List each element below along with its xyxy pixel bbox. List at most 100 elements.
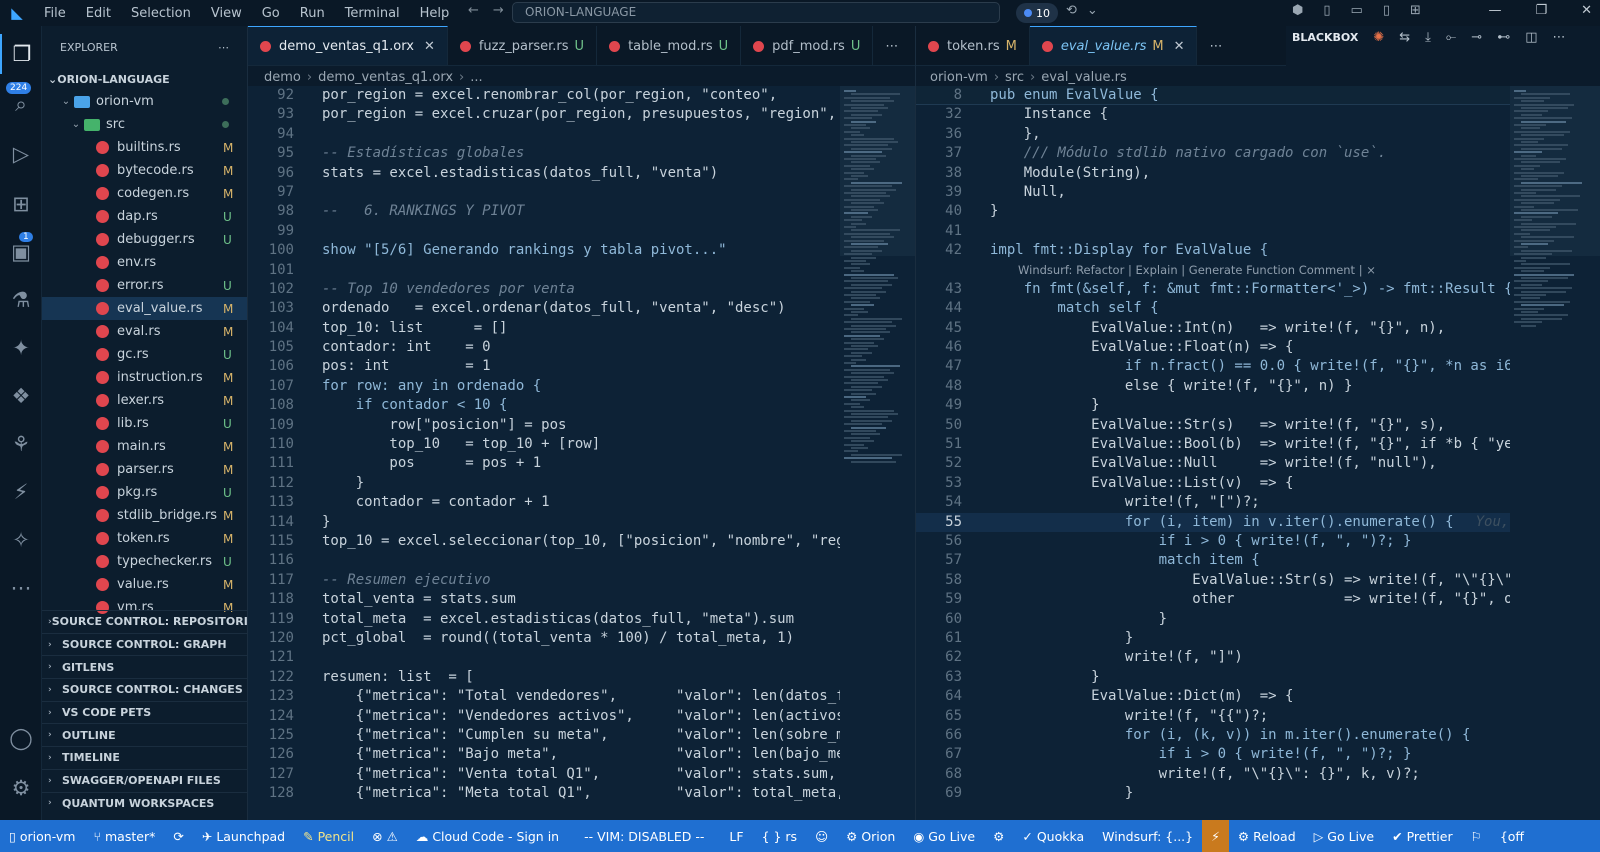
go-live-button[interactable]: ◉ Go Live (904, 829, 984, 844)
file-item[interactable]: pkg.rs U (42, 481, 247, 504)
file-item[interactable]: debugger.rs U (42, 228, 247, 251)
tail-status[interactable]: {off (1491, 829, 1533, 844)
branch-indicator[interactable]: ⑂ master* (84, 829, 164, 844)
tab-token-rs[interactable]: token.rs M (916, 26, 1030, 65)
toggle-panel-icon[interactable]: ▭ (1351, 3, 1363, 18)
remote-indicator[interactable]: ▯ orion-vm (0, 829, 84, 844)
section-source-control-graph[interactable]: › SOURCE CONTROL: GRAPH (42, 632, 248, 656)
chat-sync-icon[interactable]: ⟲ (1066, 3, 1077, 18)
lightning-icon[interactable]: ⚡ (0, 472, 42, 512)
explorer-files-icon[interactable]: ❐ (0, 34, 42, 74)
copilot-indicator[interactable]: ☺ (806, 829, 837, 844)
menu-file[interactable]: File (34, 6, 76, 21)
close-icon[interactable]: ✕ (1174, 39, 1185, 54)
language-indicator[interactable]: { } rs (753, 829, 807, 844)
menu-terminal[interactable]: Terminal (335, 6, 410, 21)
menu-go[interactable]: Go (252, 6, 290, 21)
figma-icon[interactable]: ⚘ (0, 424, 42, 464)
tab-overflow-icon[interactable]: ⋯ (873, 26, 910, 65)
folder-orion-vm[interactable]: ⌄ orion-vm (42, 90, 247, 113)
eol-indicator[interactable]: LF (720, 829, 752, 844)
right-minimap[interactable] (1510, 86, 1600, 820)
broadcast-off-button[interactable]: ⚡ (1202, 820, 1229, 852)
cloud-code-button[interactable]: ☁ Cloud Code - Sign in (407, 829, 568, 844)
extensions-icon[interactable]: ⊞ (0, 184, 42, 224)
menu-selection[interactable]: Selection (121, 6, 201, 21)
breadcrumb-item[interactable]: orion-vm (930, 70, 988, 85)
file-item[interactable]: error.rs U (42, 274, 247, 297)
timeline-icon[interactable]: ⊸ (1471, 30, 1482, 45)
section-gitlens[interactable]: › GITLENS (42, 655, 248, 678)
tab-table_mod-rs[interactable]: table_mod.rs U (597, 26, 742, 65)
file-item[interactable]: env.rs (42, 251, 247, 274)
file-item[interactable]: typechecker.rs U (42, 550, 247, 573)
more-actions-icon[interactable]: ⋯ (1553, 30, 1566, 45)
go-forward-icon[interactable]: ⊷ (1497, 30, 1510, 45)
file-item[interactable]: builtins.rs M (42, 136, 247, 159)
section-source-control-changes[interactable]: › SOURCE CONTROL: CHANGES (42, 678, 248, 701)
settings-gear-icon[interactable]: ⚙ (0, 768, 42, 808)
quokka-button[interactable]: ✓ Quokka (1013, 829, 1093, 844)
left-minimap[interactable] (840, 86, 915, 820)
workspace-root[interactable]: ⌄ ORION-LANGUAGE (42, 68, 247, 90)
left-code-editor[interactable]: 92 por_region = excel.renombrar_col(por_r… (248, 86, 840, 820)
run-debug-icon[interactable]: ▷ (0, 134, 42, 174)
command-center-search[interactable]: ORION-LANGUAGE (512, 2, 1000, 23)
right-code-editor[interactable]: 8 pub enum EvalValue {32 Instance {36 }, 3… (916, 86, 1510, 820)
ai-sparkle-icon[interactable]: ✦ (0, 328, 42, 368)
menu-edit[interactable]: Edit (76, 6, 121, 21)
file-item[interactable]: lib.rs U (42, 412, 247, 435)
file-item[interactable]: stdlib_bridge.rs M (42, 504, 247, 527)
tab-pdf_mod-rs[interactable]: pdf_mod.rs U (741, 26, 874, 65)
section-timeline[interactable]: › TIMELINE (42, 746, 248, 769)
account-hex-icon[interactable]: ⬢ (1292, 3, 1303, 18)
file-item[interactable]: token.rs M (42, 527, 247, 550)
tab-demo_ventas_q1-orx[interactable]: demo_ventas_q1.orx ✕ (248, 26, 448, 65)
restore-icon[interactable]: ❐ (1535, 3, 1547, 18)
file-item[interactable]: codegen.rs M (42, 182, 247, 205)
gear-status[interactable]: ⚙ (984, 829, 1013, 844)
section-vs-code-pets[interactable]: › VS CODE PETS (42, 700, 248, 724)
testing-flask-icon[interactable]: ⚗ (0, 280, 42, 320)
search-icon[interactable]: ⌕ (0, 84, 42, 124)
chevron-down-icon[interactable]: ⌄ (1087, 3, 1098, 18)
blackbox-button[interactable]: BLACKBOX (1292, 31, 1358, 44)
toggle-sidebar-icon[interactable]: ▯ (1323, 3, 1330, 18)
section-source-control-repositories[interactable]: › SOURCE CONTROL: REPOSITORIES (42, 610, 248, 633)
forward-arrow-icon[interactable]: → (493, 3, 504, 18)
breadcrumb-item[interactable]: eval_value.rs (1041, 70, 1127, 85)
git-compare-icon[interactable]: ⇆ (1399, 30, 1410, 45)
chat-sparkle-icon[interactable]: ✧ (0, 520, 42, 560)
more-icon[interactable]: ⋯ (0, 568, 42, 608)
remote-explorer-icon[interactable]: ▣ (0, 232, 42, 272)
file-item[interactable]: dap.rs U (42, 205, 247, 228)
problems-indicator[interactable]: ⊗ ⚠ (363, 829, 407, 844)
customize-layout-icon[interactable]: ⊞ (1410, 3, 1421, 18)
close-icon[interactable]: ✕ (424, 39, 435, 54)
go-back-icon[interactable]: ⟜ (1446, 30, 1456, 45)
codelens-actions[interactable]: Windsurf: Refactor | Explain | Generate … (916, 261, 1510, 280)
account-icon[interactable]: ◯ (0, 718, 42, 758)
breadcrumb-item[interactable]: demo_ventas_q1.orx (318, 70, 453, 85)
reload-button[interactable]: ⚙ Reload (1229, 829, 1305, 844)
explorer-more-icon[interactable]: ⋯ (218, 41, 229, 54)
section-outline[interactable]: › OUTLINE (42, 723, 248, 746)
tab-eval_value-rs[interactable]: eval_value.rs M ✕ (1029, 26, 1198, 65)
launchpad-button[interactable]: ✈ Launchpad (193, 829, 294, 844)
file-item[interactable]: value.rs M (42, 573, 247, 596)
file-item[interactable]: main.rs M (42, 435, 247, 458)
breadcrumb-item[interactable]: demo (264, 70, 301, 85)
file-item[interactable]: eval_value.rs M (42, 297, 247, 320)
menu-help[interactable]: Help (410, 6, 460, 21)
folder-src[interactable]: ⌄ src (42, 113, 247, 136)
file-item[interactable]: bytecode.rs M (42, 159, 247, 182)
tab-fuzz_parser-rs[interactable]: fuzz_parser.rs U (448, 26, 598, 65)
bell-button[interactable]: ⚐ (1462, 829, 1491, 844)
sync-indicator[interactable]: ⟳ (164, 829, 192, 844)
menu-view[interactable]: View (201, 6, 252, 21)
file-item[interactable]: instruction.rs M (42, 366, 247, 389)
sparkle-icon[interactable]: ✺ (1373, 30, 1384, 45)
windsurf-button[interactable]: Windsurf: {...} (1093, 829, 1202, 844)
notification-badge[interactable]: 10 (1016, 3, 1058, 23)
back-arrow-icon[interactable]: ← (468, 3, 479, 18)
